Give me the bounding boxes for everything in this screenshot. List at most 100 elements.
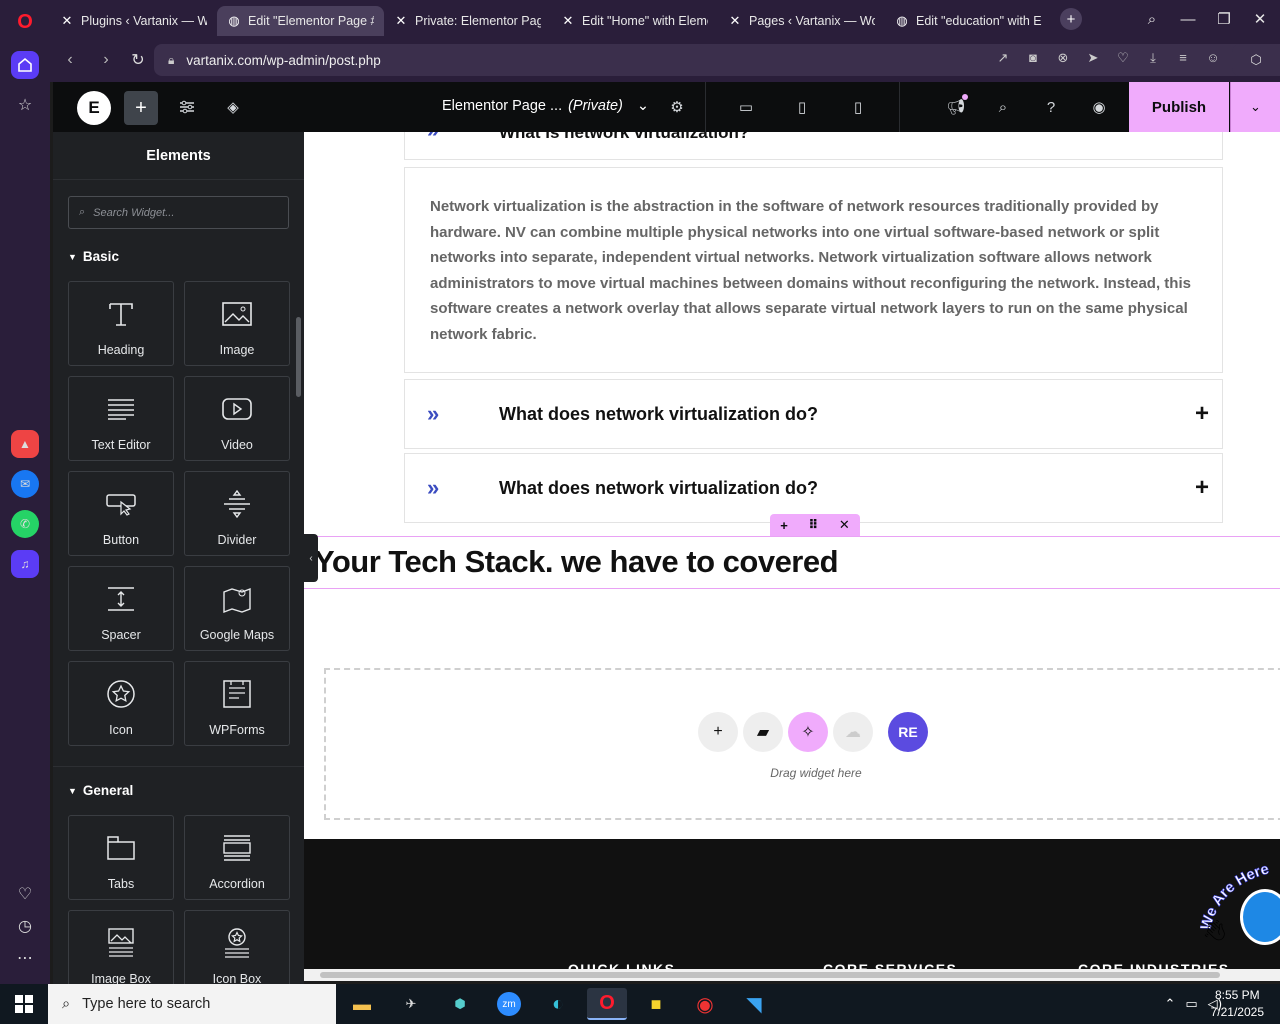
page-title[interactable]: Elementor Page ... (Private) ⌄: [442, 98, 649, 114]
taskbar-clock[interactable]: 8:55 PM 7/21/2025: [1211, 987, 1264, 1021]
share-icon[interactable]: ↗: [994, 50, 1012, 66]
accordion-item[interactable]: » What does network virtualization do? +: [404, 453, 1223, 523]
favorite-icon[interactable]: ♡: [1114, 50, 1132, 66]
panel-scrollbar[interactable]: [296, 317, 301, 397]
widget-video[interactable]: Video: [184, 376, 290, 461]
maximize-button[interactable]: ❐: [1206, 0, 1242, 38]
tablet-view-icon[interactable]: ▯: [792, 97, 812, 117]
section-handle[interactable]: + ⠿ ✕: [770, 514, 860, 536]
browser-tab[interactable]: ✕Plugins ‹ Vartanix — WordPress: [50, 6, 217, 36]
accordion-icon: [219, 830, 255, 866]
browser-tab[interactable]: ✕Edit "Home" with Elementor: [551, 6, 718, 36]
chevron-up-icon[interactable]: ⌃: [1164, 996, 1175, 1012]
help-icon[interactable]: ?: [1041, 97, 1061, 117]
widget-icon[interactable]: Icon: [68, 661, 174, 746]
whatsapp-icon[interactable]: ✆: [11, 510, 39, 538]
file-explorer-icon[interactable]: ▬: [342, 988, 382, 1020]
menu-icon[interactable]: ≡: [1174, 50, 1192, 66]
sticky-notes-icon[interactable]: ■: [636, 988, 676, 1020]
widget-tabs[interactable]: Tabs: [68, 815, 174, 900]
widget-accordion[interactable]: Accordion: [184, 815, 290, 900]
widget-icon-box[interactable]: Icon Box: [184, 910, 290, 984]
network-icon[interactable]: ▭: [1185, 996, 1197, 1012]
profile-icon[interactable]: ☺: [1204, 50, 1222, 66]
minimize-button[interactable]: —: [1170, 0, 1206, 38]
widget-heading[interactable]: Heading: [68, 281, 174, 366]
publish-options-chevron-icon[interactable]: ⌄: [1230, 82, 1280, 132]
close-window-button[interactable]: ✕: [1242, 0, 1278, 38]
section-divider: [53, 766, 304, 767]
add-section-icon[interactable]: +: [780, 518, 788, 533]
globe-icon: ◍: [228, 13, 240, 28]
zoom-icon[interactable]: zm: [489, 988, 529, 1020]
section-general-header[interactable]: ▼ General: [68, 783, 133, 798]
app-icon[interactable]: ✈: [391, 988, 431, 1020]
opera-logo-icon[interactable]: O: [11, 8, 39, 36]
widget-image[interactable]: Image: [184, 281, 290, 366]
preview-icon[interactable]: ◉: [1089, 97, 1109, 117]
delete-section-icon[interactable]: ✕: [839, 517, 850, 533]
heart-icon[interactable]: ♡: [11, 880, 39, 908]
drag-handle-icon[interactable]: ⠿: [808, 517, 818, 533]
page-settings-icon[interactable]: ⚙: [667, 97, 687, 117]
widget-spacer[interactable]: Spacer: [68, 566, 174, 651]
collapse-panel-chevron-icon[interactable]: ‹: [304, 534, 318, 582]
adblock-icon[interactable]: ⊗: [1054, 50, 1072, 66]
messenger-icon[interactable]: ✉: [11, 470, 39, 498]
accordion-item[interactable]: » What does network virtualization do? +: [404, 379, 1223, 449]
opera-icon[interactable]: O: [587, 988, 627, 1020]
search-icon[interactable]: ⌕: [993, 97, 1013, 117]
browser-tab[interactable]: ◍Edit "education" with Elementor: [885, 6, 1052, 36]
notifications-icon[interactable]: 📢︎: [946, 97, 966, 117]
widget-google-maps[interactable]: Google Maps: [184, 566, 290, 651]
horizontal-scrollbar[interactable]: [304, 969, 1280, 981]
music-icon[interactable]: ♫: [11, 550, 39, 578]
widget-search-input[interactable]: ⌕ Search Widget...: [68, 196, 289, 229]
royal-elementor-icon[interactable]: RE: [888, 712, 928, 752]
more-icon[interactable]: ⋯: [11, 944, 39, 972]
speed-dial-icon[interactable]: ☆: [11, 91, 39, 119]
taskbar-search-input[interactable]: ⌕ Type here to search: [48, 984, 336, 1024]
reload-button[interactable]: ↻: [126, 48, 150, 72]
widget-image-box[interactable]: Image Box: [68, 910, 174, 984]
send-icon[interactable]: ➤: [1084, 50, 1102, 66]
edge-icon[interactable]: ◐: [538, 988, 578, 1020]
add-widget-button[interactable]: +: [698, 712, 738, 752]
download-icon[interactable]: ⤓: [1144, 50, 1162, 66]
widget-button[interactable]: Button: [68, 471, 174, 556]
site-settings-icon[interactable]: [177, 97, 197, 117]
section-heading[interactable]: Your Tech Stack. we have to covered: [314, 544, 839, 580]
structure-layers-icon[interactable]: ◈: [223, 97, 243, 117]
history-icon[interactable]: ◷: [11, 912, 39, 940]
browser-tab[interactable]: ✕Private: Elementor Page #: [384, 6, 551, 36]
app-icon[interactable]: ▲: [11, 430, 39, 458]
browser-tab-active[interactable]: ◍Edit "Elementor Page #100": [217, 6, 384, 36]
new-tab-button[interactable]: +: [1060, 8, 1082, 30]
forward-button[interactable]: ›: [94, 48, 118, 72]
ai-sparkle-icon[interactable]: ✧: [788, 712, 828, 752]
empty-drop-zone[interactable]: + ▰ ✧ ☁ RE Drag widget here: [324, 668, 1280, 820]
accordion-item-open[interactable]: » What is network virtualization?: [404, 132, 1223, 160]
template-library-folder-icon[interactable]: ▰: [743, 712, 783, 752]
scrollbar-thumb[interactable]: [320, 972, 1220, 978]
widget-wpforms[interactable]: WPForms: [184, 661, 290, 746]
back-button[interactable]: ‹: [58, 48, 82, 72]
elementor-logo-icon[interactable]: E: [77, 91, 111, 125]
camera-icon[interactable]: ◙: [1024, 50, 1042, 66]
add-element-button[interactable]: +: [124, 91, 158, 125]
chrome-icon[interactable]: ◉: [685, 988, 725, 1020]
extensions-icon[interactable]: ⬡: [1232, 44, 1280, 76]
windows-start-icon[interactable]: [0, 984, 48, 1024]
section-basic-header[interactable]: ▼ Basic: [68, 249, 119, 264]
widget-divider[interactable]: Divider: [184, 471, 290, 556]
vscode-icon[interactable]: ◥: [734, 988, 774, 1020]
widget-text-editor[interactable]: Text Editor: [68, 376, 174, 461]
app-icon[interactable]: ⬢: [440, 988, 480, 1020]
desktop-view-icon[interactable]: ▭: [736, 97, 756, 117]
kit-cloud-icon[interactable]: ☁: [833, 712, 873, 752]
browser-tab[interactable]: ✕Pages ‹ Vartanix — WordPress: [718, 6, 885, 36]
search-tabs-icon[interactable]: ⌕: [1134, 0, 1170, 38]
publish-button[interactable]: Publish: [1129, 82, 1229, 132]
home-icon[interactable]: [11, 51, 39, 79]
mobile-view-icon[interactable]: ▯: [848, 97, 868, 117]
